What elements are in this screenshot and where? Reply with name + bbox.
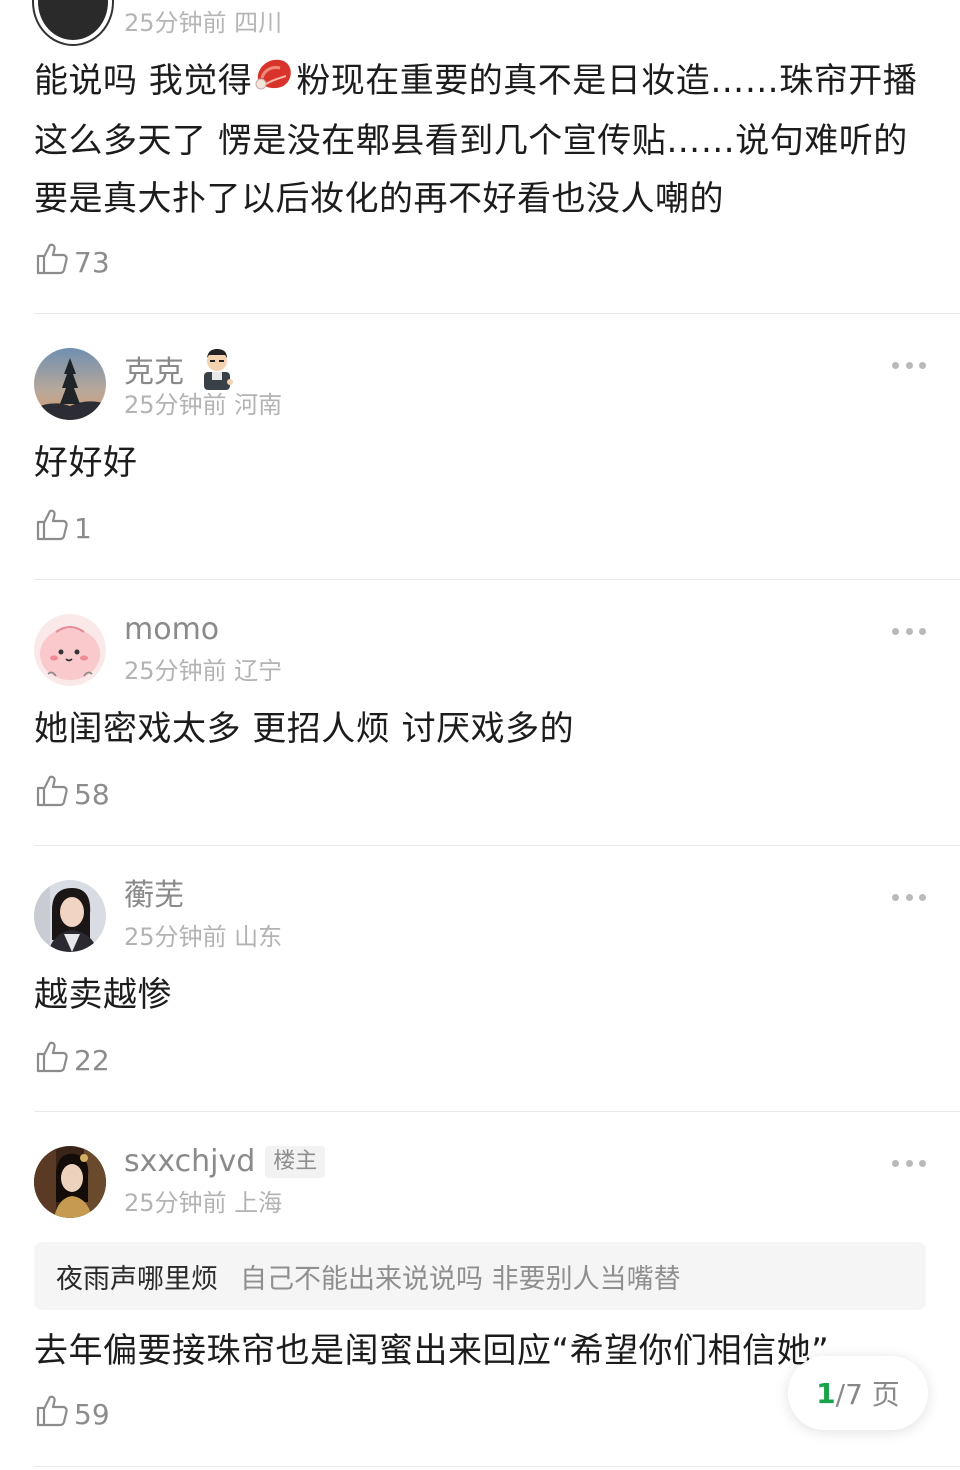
username[interactable]: momo [124, 612, 219, 648]
like-button[interactable]: 1 [34, 508, 92, 548]
comment-meta: 25分钟前 山东 [124, 923, 283, 951]
comment-text: 能说吗 我觉得 粉现在重要的真不是日妆造……珠帘开播这么多天了 愣是没在郫县看到几… [34, 52, 926, 228]
thumbs-up-icon [34, 1039, 74, 1082]
op-badge: 楼主 [265, 1146, 326, 1178]
quoted-text: 自己不能出来说说吗 非要别人当嘴替 [240, 1263, 681, 1295]
username-text: sxxchjvd [124, 1144, 256, 1179]
like-button[interactable]: 59 [34, 1394, 110, 1434]
like-count: 73 [74, 245, 110, 279]
like-count: 58 [74, 777, 110, 811]
like-button[interactable]: 73 [34, 242, 110, 282]
like-count: 1 [74, 511, 92, 545]
comment-text-part: 能说吗 我觉得 [34, 61, 253, 101]
more-options-icon[interactable] [892, 360, 926, 370]
like-button[interactable]: 22 [34, 1040, 110, 1080]
comment-text: 好好好 [34, 443, 138, 483]
username-text: 蘅芜 [124, 878, 184, 913]
username-text: 克克 [124, 354, 184, 390]
avatar[interactable] [34, 348, 106, 420]
quoted-username[interactable]: 夜雨声哪里烦 [56, 1257, 218, 1296]
thumbs-up-icon [34, 507, 74, 550]
more-options-icon[interactable] [892, 1158, 926, 1168]
avatar[interactable] [34, 880, 106, 952]
comment-meta: 25分钟前 四川 [124, 9, 283, 37]
avatar[interactable] [34, 614, 106, 686]
more-options-icon[interactable] [892, 892, 926, 902]
comment-meta: 25分钟前 河南 [124, 391, 283, 419]
comment-meta: 25分钟前 辽宁 [124, 657, 283, 685]
comment-meta: 25分钟前 上海 [124, 1189, 283, 1217]
thumbs-up-icon [34, 241, 74, 284]
meat-emoji-icon [252, 54, 296, 112]
comment-item: 克克 25分钟前 河南 好好好 1 [0, 314, 960, 580]
page-indicator[interactable]: 1/7 页 [788, 1356, 928, 1430]
like-count: 22 [74, 1043, 110, 1077]
like-button[interactable]: 58 [34, 774, 110, 814]
comment-text: 她闺密戏太多 更招人烦 讨厌戏多的 [34, 709, 575, 749]
username[interactable]: sxxchjvd 楼主 [124, 1144, 326, 1180]
current-page: 1 [816, 1376, 836, 1410]
page-total: /7 页 [835, 1378, 900, 1411]
avatar[interactable] [34, 0, 112, 44]
more-options-icon[interactable] [892, 626, 926, 636]
like-count: 59 [74, 1397, 110, 1431]
username-text: momo [124, 612, 220, 647]
thumbs-up-icon [34, 1393, 74, 1436]
avatar[interactable] [34, 1146, 106, 1218]
username[interactable]: 蘅芜 [124, 878, 184, 914]
quoted-reply[interactable]: 夜雨声哪里烦 自己不能出来说说吗 非要别人当嘴替 [34, 1242, 926, 1310]
comment-text: 越卖越惨 [34, 975, 172, 1015]
thumbs-up-icon [34, 773, 74, 816]
comment-item: 蘅芜 25分钟前 山东 越卖越惨 22 [0, 846, 960, 1112]
comment-partial: 25分钟前 四川 能说吗 我觉得 粉现在重要的真不是日妆造……珠帘开播这么多天了 … [0, 0, 960, 316]
divider [34, 1466, 960, 1467]
comment-text: 去年偏要接珠帘也是闺蜜出来回应“希望你们相信她” [34, 1331, 830, 1371]
comment-item: momo 25分钟前 辽宁 她闺密戏太多 更招人烦 讨厌戏多的 58 [0, 580, 960, 846]
